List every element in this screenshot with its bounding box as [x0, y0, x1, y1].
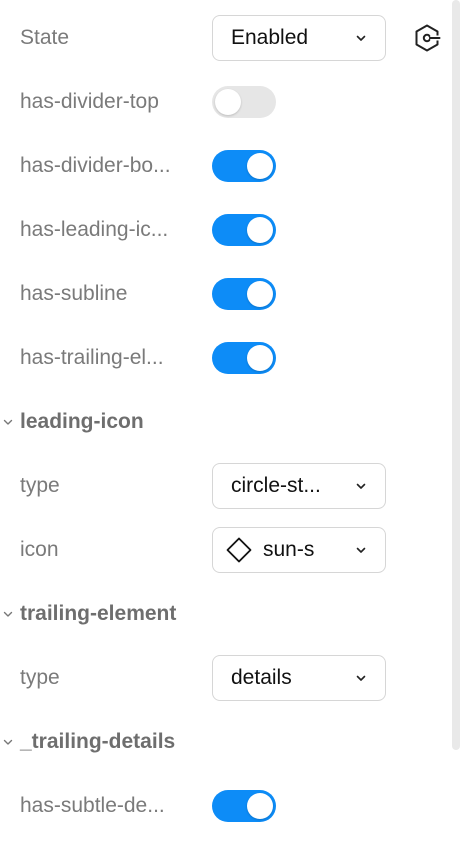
- has-divider-bottom-row: has-divider-bo...: [0, 141, 450, 191]
- leading-icon-icon-label: icon: [20, 538, 59, 561]
- leading-icon-type-select[interactable]: circle-st...: [212, 463, 386, 509]
- state-select-value: Enabled: [231, 26, 309, 49]
- leading-icon-icon-value: sun-s: [263, 538, 315, 561]
- state-label: State: [20, 26, 70, 49]
- has-divider-bottom-toggle[interactable]: [212, 150, 276, 182]
- has-leading-icon-toggle[interactable]: [212, 214, 276, 246]
- has-trailing-element-label: has-trailing-el...: [20, 346, 164, 369]
- has-divider-top-toggle[interactable]: [212, 86, 276, 118]
- scrollbar[interactable]: [452, 0, 460, 750]
- chevron-down-icon: [3, 739, 13, 745]
- state-row: State Enabled: [0, 13, 450, 63]
- has-divider-top-row: has-divider-top: [0, 77, 450, 127]
- leading-icon-type-label: type: [20, 474, 60, 497]
- has-trailing-element-toggle[interactable]: [212, 342, 276, 374]
- trailing-element-section-header[interactable]: trailing-element: [0, 589, 450, 639]
- toggle-knob: [215, 89, 241, 115]
- leading-icon-type-row: type circle-st...: [0, 461, 450, 511]
- toggle-knob: [247, 793, 273, 819]
- leading-icon-section-label: leading-icon: [20, 410, 144, 433]
- trailing-element-section-label: trailing-element: [20, 602, 177, 625]
- chevron-down-icon: [3, 419, 13, 425]
- chevron-down-icon: [356, 675, 366, 681]
- chevron-down-icon: [3, 611, 13, 617]
- leading-icon-icon-select[interactable]: sun-s: [212, 527, 386, 573]
- has-divider-bottom-label: has-divider-bo...: [20, 154, 171, 177]
- has-divider-top-label: has-divider-top: [20, 90, 159, 113]
- chevron-down-icon: [356, 483, 366, 489]
- toggle-knob: [247, 345, 273, 371]
- trailing-details-section-label: _trailing-details: [20, 730, 176, 753]
- toggle-knob: [247, 217, 273, 243]
- has-subline-label: has-subline: [20, 282, 128, 305]
- has-subline-toggle[interactable]: [212, 278, 276, 310]
- trailing-element-type-label: type: [20, 666, 60, 689]
- toggle-knob: [247, 281, 273, 307]
- diamond-icon: [226, 537, 252, 563]
- trailing-element-type-select[interactable]: details: [212, 655, 386, 701]
- has-leading-icon-label: has-leading-ic...: [20, 218, 169, 241]
- properties-panel: State Enabled has-divider-top has-divide…: [0, 0, 450, 866]
- has-subtle-details-label: has-subtle-de...: [20, 794, 165, 817]
- has-subtle-details-row: has-subtle-de...: [0, 781, 450, 831]
- has-trailing-element-row: has-trailing-el...: [0, 333, 450, 383]
- has-subline-row: has-subline: [0, 269, 450, 319]
- token-link-icon[interactable]: [411, 22, 443, 54]
- leading-icon-section-header[interactable]: leading-icon: [0, 397, 450, 447]
- has-leading-icon-row: has-leading-ic...: [0, 205, 450, 255]
- chevron-down-icon: [356, 35, 366, 41]
- trailing-element-type-row: type details: [0, 653, 450, 703]
- leading-icon-type-value: circle-st...: [231, 474, 321, 497]
- leading-icon-icon-row: icon sun-s: [0, 525, 450, 575]
- chevron-down-icon: [356, 547, 366, 553]
- trailing-details-section-header[interactable]: _trailing-details: [0, 717, 450, 767]
- toggle-knob: [247, 153, 273, 179]
- state-select[interactable]: Enabled: [212, 15, 386, 61]
- trailing-element-type-value: details: [231, 666, 292, 689]
- has-subtle-details-toggle[interactable]: [212, 790, 276, 822]
